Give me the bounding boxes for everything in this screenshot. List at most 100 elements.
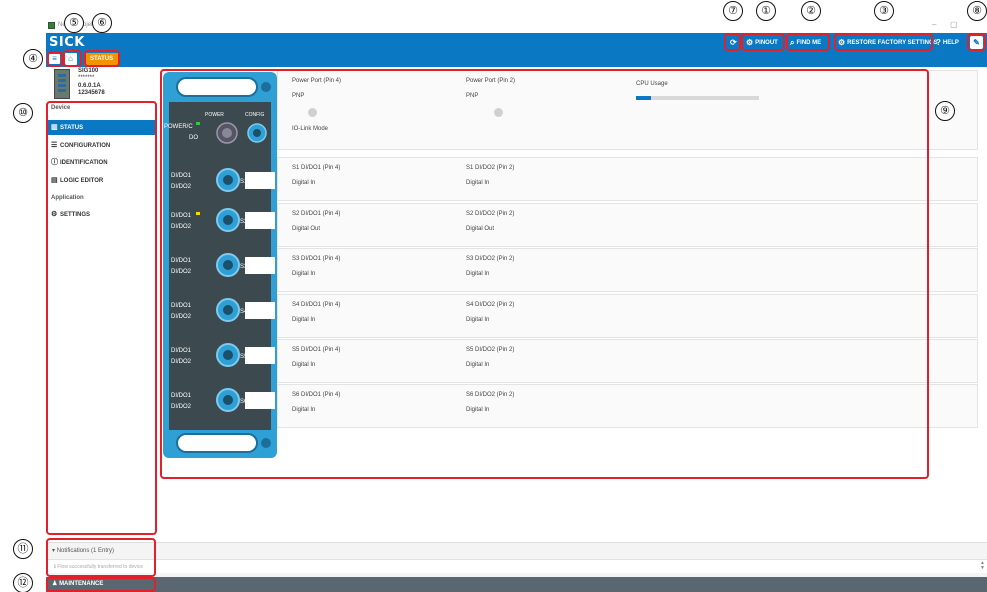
power-text: POWER <box>205 112 224 118</box>
port-label: S6 <box>240 399 248 405</box>
sidebar-item-logic-editor[interactable]: ▤ LOGIC EDITOR <box>46 173 156 188</box>
port-pin4-value: Digital In <box>292 271 316 277</box>
io-link-mode-label: IO-Link Mode <box>292 126 329 132</box>
restore-label: RESTORE FACTORY SETTINGS <box>847 39 938 46</box>
port-pin2-value: Digital In <box>466 271 490 277</box>
sidebar-item-status[interactable]: ▥ STATUS <box>46 120 156 135</box>
pencil-icon: ✎ <box>973 38 980 47</box>
cpu-usage-label: CPU Usage <box>636 81 668 87</box>
led-s2 <box>196 212 200 215</box>
port-pin2-label: S6 DI/DO2 (Pin 2) <box>466 392 515 398</box>
notification-item: ℹ Flow successfully transferred to devic… <box>54 564 143 570</box>
notifications-list: ℹ Flow successfully transferred to devic… <box>46 559 987 573</box>
device-thumbnail <box>54 69 70 99</box>
port-status-panel: S5 DI/DO1 (Pin 4) Digital In S5 DI/DO2 (Pi… <box>277 339 978 383</box>
port-pin2-label: S5 DI/DO2 (Pin 2) <box>466 347 515 353</box>
port-pin4-label: S6 DI/DO1 (Pin 4) <box>292 392 341 398</box>
home-icon: ⌂ <box>68 54 73 63</box>
port-dido1-label: DI/DO1 <box>171 348 192 354</box>
port-pin2-value: Digital In <box>466 180 490 186</box>
scrollbar[interactable]: ▲ ▼ <box>980 561 985 571</box>
refresh-button[interactable]: ⟳ <box>728 36 739 49</box>
restore-factory-settings-button[interactable]: ⚙ RESTORE FACTORY SETTINGS <box>836 36 940 49</box>
top-toolbar: SICK ⟳ ⚙ PINOUT ⌕ FIND ME ⚙ RESTORE FACT… <box>46 33 987 51</box>
port-label: S4 <box>240 309 248 315</box>
device-version: 0.6.0.1A <box>78 83 101 89</box>
port-pin2-label: S3 DI/DO2 (Pin 2) <box>466 256 515 262</box>
port-pin4-value: Digital In <box>292 362 316 368</box>
maximize-button[interactable]: ▢ <box>950 20 958 29</box>
port-dido1-label: DI/DO1 <box>171 258 192 264</box>
edit-button[interactable]: ✎ <box>970 36 983 49</box>
port-dido2-label: DI/DO2 <box>171 224 192 230</box>
info-icon: ⓘ <box>51 159 58 166</box>
sidebar-section-application: Application <box>51 195 84 201</box>
annotation-marker-11: ⑪ <box>13 539 33 559</box>
port-status-panel: S2 DI/DO1 (Pin 4) Digital Out S2 DI/DO2 (P… <box>277 203 978 247</box>
notifications-toggle[interactable]: ▾ Notifications (1 Entry) <box>52 547 114 554</box>
cogs-icon: ⚙ <box>838 38 846 47</box>
port-pin2-label: S1 DI/DO2 (Pin 2) <box>466 165 515 171</box>
breadcrumb-status[interactable]: STATUS <box>84 53 120 65</box>
maintenance-label: MAINTENANCE <box>59 581 104 587</box>
minimize-button[interactable]: – <box>932 20 936 29</box>
annotation-marker-5: ⑤ <box>64 13 84 33</box>
find-me-button[interactable]: ⌕ FIND ME <box>788 36 823 49</box>
port-label: S3 <box>240 264 248 270</box>
annotation-marker-1: ① <box>756 1 776 21</box>
sidebar-item-identification[interactable]: ⓘ IDENTIFICATION <box>46 155 156 170</box>
device-image: POWER CONFIG POWER/C DO DI/DO1 DI/DO2 S1… <box>163 72 277 458</box>
port-label: S5 <box>240 354 248 360</box>
led-power <box>196 122 200 125</box>
port-pin4-value: Digital Out <box>292 226 321 232</box>
sidebar-item-label: LOGIC EDITOR <box>60 178 104 184</box>
status-led <box>494 108 503 117</box>
port-pin4-value: Digital In <box>292 317 316 323</box>
sidebar-section-device: Device <box>51 105 71 111</box>
port-status-panel: S6 DI/DO1 (Pin 4) Digital In S6 DI/DO2 (Pi… <box>277 384 978 428</box>
annotation-marker-12: ⑫ <box>13 573 33 592</box>
app-icon <box>48 22 55 29</box>
window-title-bar: Neues Projekt – ▢ <box>0 0 987 33</box>
port-pin2-value: Digital In <box>466 317 490 323</box>
document-icon: ▤ <box>51 177 58 184</box>
annotation-marker-7: ⑦ <box>723 1 743 21</box>
sidebar-item-label: CONFIGURATION <box>60 143 111 149</box>
device-name: SIG100 <box>78 68 99 74</box>
port-dido1-label: DI/DO1 <box>171 173 192 179</box>
config-text: CONFIG <box>245 112 265 118</box>
port-dido1-label: DI/DO1 <box>171 393 192 399</box>
port-pin2-value: Digital In <box>466 362 490 368</box>
annotation-marker-10: ⑩ <box>13 103 33 123</box>
port-dido2-label: DI/DO2 <box>171 314 192 320</box>
find-me-label: FIND ME <box>796 39 822 46</box>
power-pin4-value: PNP <box>292 93 305 99</box>
port-pin4-label: S2 DI/DO1 (Pin 4) <box>292 211 341 217</box>
annotation-marker-6: ⑥ <box>92 13 112 33</box>
info-icon: ℹ <box>54 564 56 570</box>
maintenance-bar[interactable]: ♟ MAINTENANCE <box>46 577 987 592</box>
port-pin2-label: S4 DI/DO2 (Pin 2) <box>466 302 515 308</box>
port-status-panel: S1 DI/DO1 (Pin 4) Digital In S1 DI/DO2 (Pi… <box>277 157 978 201</box>
menu-toggle-button[interactable]: ≡ <box>49 54 60 64</box>
help-button[interactable]: ? HELP <box>934 36 961 49</box>
notifications-header: Notifications (1 Entry) <box>56 548 115 554</box>
power-pin2-value: PNP <box>466 93 479 99</box>
annotation-marker-2: ② <box>801 1 821 21</box>
sidebar-item-settings[interactable]: ⚙ SETTINGS <box>46 207 156 222</box>
port-dido1-label: DI/DO1 <box>171 213 192 219</box>
sidebar: Device ▥ STATUS ☰ CONFIGURATION ⓘ IDENTIFIC… <box>46 101 156 535</box>
status-led <box>308 108 317 117</box>
cpu-usage-bar <box>636 96 759 100</box>
pinout-button[interactable]: ⚙ PINOUT <box>744 36 780 49</box>
search-icon: ⌕ <box>790 37 795 47</box>
power-status-panel: Power Port (Pin 4) PNP Power Port (Pin 2… <box>277 70 978 150</box>
port-dido2-label: DI/DO2 <box>171 184 192 190</box>
home-button[interactable]: ⌂ <box>64 53 77 65</box>
sidebar-item-configuration[interactable]: ☰ CONFIGURATION <box>46 138 156 153</box>
device-header: SIG100 ******* 0.6.0.1A 12345678 <box>46 67 156 101</box>
annotation-marker-4: ④ <box>23 49 43 69</box>
sick-logo: SICK <box>49 35 85 50</box>
port-status-panel: S3 DI/DO1 (Pin 4) Digital In S3 DI/DO2 (Pi… <box>277 248 978 292</box>
help-icon: ? <box>936 38 941 47</box>
